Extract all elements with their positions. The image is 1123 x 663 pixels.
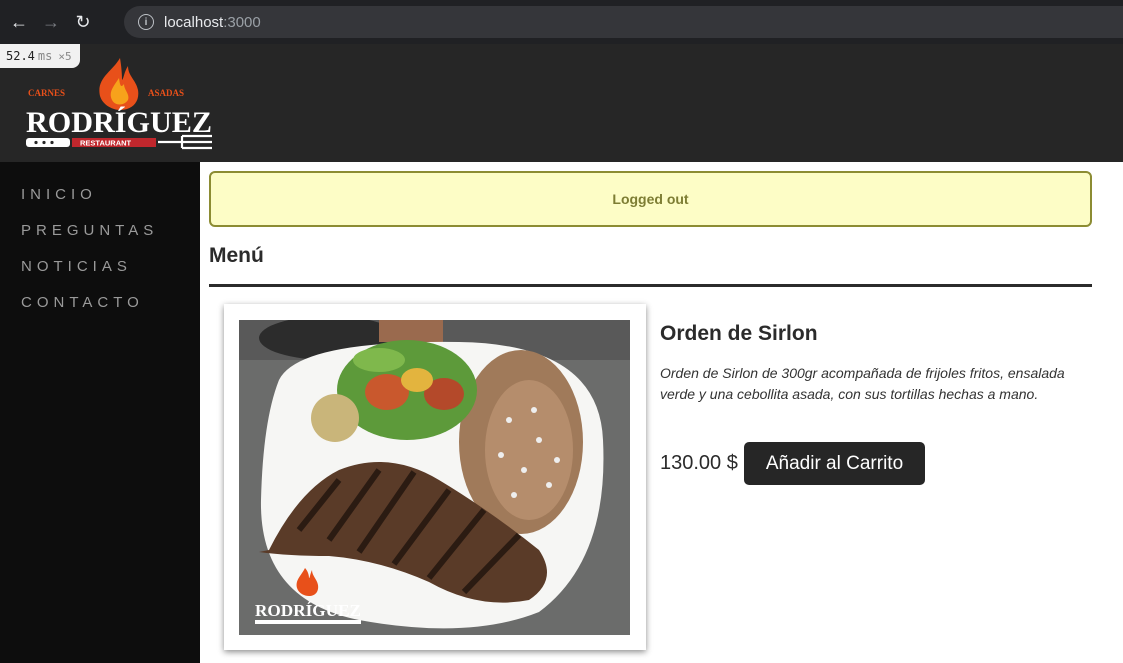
logo-text-asadas: ASADAS (148, 88, 184, 98)
menu-item-price: 130.00 $ (660, 452, 738, 474)
back-arrow-icon[interactable]: ← (6, 9, 32, 35)
menu-item-photo: RODRÍGUEZ (239, 320, 630, 635)
logo-text-name: RODRÍGUEZ (26, 106, 212, 139)
url-port: :3000 (223, 13, 261, 31)
menu-item-description: Orden de Sirlon de 300gr acompañada de f… (660, 365, 1065, 402)
title-divider (209, 284, 1092, 287)
browser-toolbar: ← → ↻ i localhost:3000 (0, 0, 1123, 44)
forward-arrow-icon[interactable]: → (38, 9, 64, 35)
sidebar-item-inicio[interactable]: INICIO (0, 177, 200, 213)
alert-text: Logged out (612, 191, 689, 207)
main-content: Logged out Menú RODRÍGUEZ Orden de Sirlo… (200, 162, 1123, 663)
address-bar[interactable]: i localhost:3000 (124, 6, 1123, 38)
add-to-cart-button[interactable]: Añadir al Carrito (743, 442, 926, 485)
sidebar-item-preguntas[interactable]: PREGUNTAS (0, 213, 200, 249)
site-header: CARNES ASADAS RODRÍGUEZ RESTAURANT (0, 44, 1123, 162)
price-row: 130.00 $ Añadir al Carrito (660, 442, 926, 485)
url-host: localhost (164, 13, 224, 31)
render-time-value: 52.4 (6, 49, 35, 63)
watermark-text-name: RODRÍGUEZ (255, 601, 361, 620)
page-title: Menú (209, 244, 264, 267)
render-time-badge: 52.4 ms ×5 (0, 44, 80, 68)
menu-item-name: Orden de Sirlon (660, 322, 818, 345)
sidebar-item-noticias[interactable]: NOTICIAS (0, 249, 200, 285)
sidebar-nav: INICIO PREGUNTAS NOTICIAS CONTACTO (0, 162, 200, 663)
menu-item-image-frame: RODRÍGUEZ (224, 304, 646, 650)
render-time-unit: ms (37, 49, 53, 63)
logo-text-carnes: CARNES (28, 88, 65, 98)
logo-text-restaurant: RESTAURANT (80, 139, 132, 148)
sidebar-item-contacto[interactable]: CONTACTO (0, 285, 200, 321)
logout-alert: Logged out (209, 171, 1092, 227)
site-info-icon[interactable]: i (138, 14, 154, 30)
reload-icon[interactable]: ↻ (70, 9, 96, 35)
render-count: ×5 (58, 49, 72, 63)
